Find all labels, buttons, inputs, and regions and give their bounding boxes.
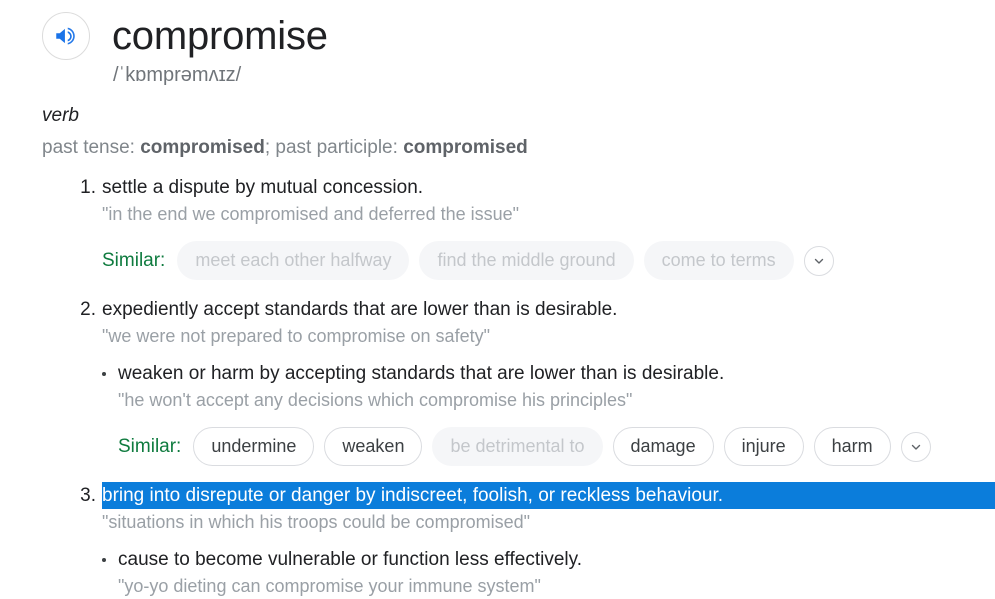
- expand-synonyms-button[interactable]: [803, 245, 834, 276]
- similar-chip[interactable]: find the middle ground: [419, 241, 634, 280]
- inflections-line: past tense: compromised; past participle…: [42, 136, 995, 160]
- similar-chip[interactable]: meet each other halfway: [177, 241, 410, 280]
- speaker-icon: [53, 23, 79, 49]
- sense-item: 1. settle a dispute by mutual concession.…: [0, 174, 995, 280]
- subsense-definition: weaken or harm by accepting standards th…: [118, 363, 725, 384]
- chevron-down-icon: [812, 254, 826, 268]
- subsense-example: "he won't accept any decisions which com…: [118, 390, 633, 410]
- similar-row: Similar: meet each other halfway find the …: [102, 241, 995, 280]
- bullet-icon: [102, 558, 106, 562]
- bullet-icon: [102, 372, 106, 376]
- phonetic-transcription: /ˈkɒmprəmʌɪz/: [113, 64, 242, 86]
- similar-chip[interactable]: weaken: [324, 427, 423, 466]
- similar-chip[interactable]: damage: [612, 427, 714, 466]
- similar-row: Similar: undermine weaken be detrimental to…: [118, 427, 995, 466]
- dictionary-entry-panel: compromise /ˈkɒmprəmʌɪz/ verb past tense…: [0, 0, 995, 596]
- headword-row: compromise: [0, 0, 995, 60]
- sense-definition: expediently accept standards that are lo…: [102, 299, 618, 320]
- sense-example: "situations in which his troops could be…: [102, 512, 530, 532]
- subsense-list: weaken or harm by accepting standards th…: [102, 361, 995, 466]
- past-participle-value: compromised: [403, 137, 528, 158]
- similar-label: Similar:: [118, 435, 182, 457]
- subsense-item: cause to become vulnerable or function l…: [102, 547, 995, 599]
- past-participle-label: past participle:: [275, 137, 404, 158]
- sense-example: "we were not prepared to compromise on s…: [102, 326, 490, 346]
- inflection-separator: ;: [264, 137, 276, 158]
- sense-item: 3. bring into disrepute or danger by indi…: [0, 482, 995, 599]
- similar-chip[interactable]: injure: [723, 427, 804, 466]
- sense-list: 1. settle a dispute by mutual concession.…: [0, 174, 995, 599]
- part-of-speech: verb: [42, 105, 79, 126]
- subsense-list: cause to become vulnerable or function l…: [102, 547, 995, 599]
- sense-number: 1.: [80, 177, 96, 198]
- subsense-example: "yo-yo dieting can compromise your immun…: [118, 576, 541, 596]
- subsense-definition: cause to become vulnerable or function l…: [118, 549, 582, 570]
- similar-label: Similar:: [102, 249, 166, 271]
- page-title: compromise: [112, 14, 328, 58]
- sense-definition: bring into disrepute or danger by indisc…: [102, 482, 995, 509]
- sense-number: 2.: [80, 299, 96, 320]
- similar-chip[interactable]: harm: [813, 427, 891, 466]
- sense-example: "in the end we compromised and deferred …: [102, 204, 520, 224]
- subsense-item: weaken or harm by accepting standards th…: [102, 361, 995, 466]
- similar-chip[interactable]: undermine: [193, 427, 315, 466]
- sense-number: 3.: [80, 485, 96, 506]
- speaker-icon-button[interactable]: [42, 12, 90, 60]
- similar-chip[interactable]: be detrimental to: [432, 427, 603, 466]
- past-tense-label: past tense:: [42, 137, 141, 158]
- similar-chip[interactable]: come to terms: [643, 241, 794, 280]
- sense-definition: settle a dispute by mutual concession.: [102, 177, 424, 198]
- sense-item: 2. expediently accept standards that are …: [0, 296, 995, 466]
- expand-synonyms-button[interactable]: [900, 431, 931, 462]
- chevron-down-icon: [909, 440, 923, 454]
- past-tense-value: compromised: [140, 137, 265, 158]
